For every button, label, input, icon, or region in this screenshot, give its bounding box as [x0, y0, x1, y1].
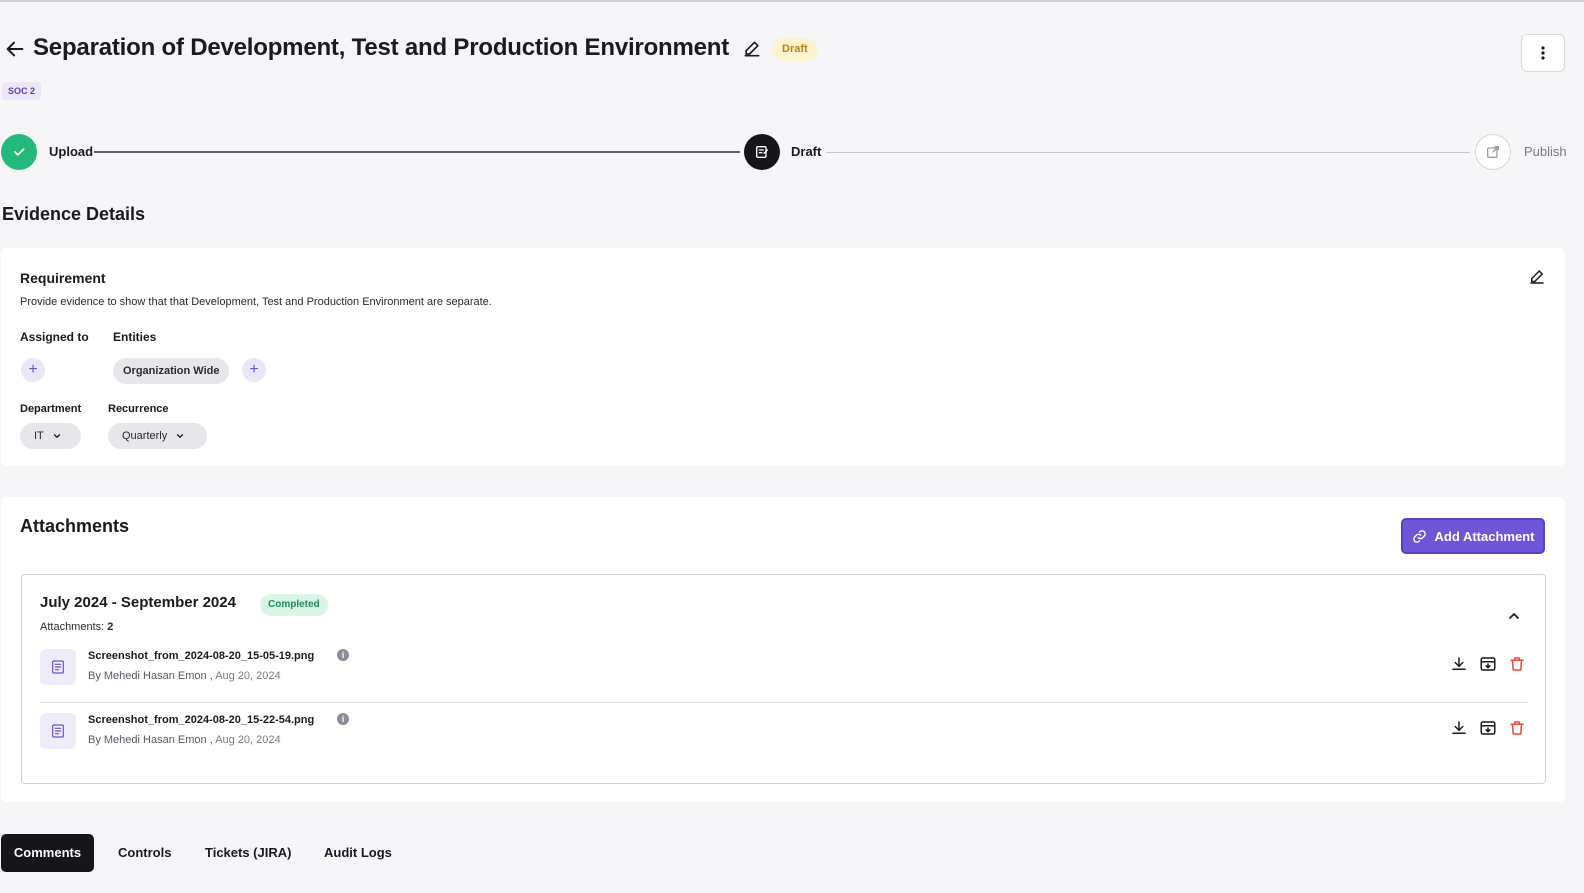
add-entity-button[interactable]: +	[242, 358, 266, 382]
check-icon	[14, 148, 25, 156]
framework-tag: SOC 2	[2, 82, 42, 100]
recurrence-select[interactable]: Quarterly	[108, 423, 207, 449]
step-draft-indicator	[744, 134, 780, 170]
collapse-chevron-up-icon[interactable]	[1506, 608, 1522, 624]
download-icon[interactable]	[1450, 719, 1468, 737]
attachment-row: Screenshot_from_2024-08-20_15-05-19.png …	[40, 645, 1528, 703]
attachments-count-value: 2	[107, 621, 114, 633]
period-title: July 2024 - September 2024	[40, 594, 236, 611]
page-title: Separation of Development, Test and Prod…	[33, 34, 730, 61]
download-icon[interactable]	[1450, 655, 1468, 673]
add-attachment-button[interactable]: Add Attachment	[1401, 518, 1545, 554]
step-connector-completed	[94, 151, 740, 153]
tab-controls[interactable]: Controls	[118, 834, 171, 872]
recurrence-label: Recurrence	[108, 403, 169, 415]
more-vertical-icon	[1541, 46, 1545, 60]
edit-title-icon[interactable]	[742, 39, 762, 59]
edit-requirement-icon[interactable]	[1528, 268, 1546, 286]
info-icon[interactable]: i	[337, 713, 349, 725]
requirement-description: Provide evidence to show that that Devel…	[20, 296, 492, 308]
attachments-heading: Attachments	[20, 516, 130, 536]
attachment-date: Aug 20, 2024	[215, 734, 281, 746]
add-attachment-label: Add Attachment	[1434, 528, 1535, 544]
department-value: IT	[34, 430, 44, 442]
publish-icon	[1487, 146, 1499, 158]
entity-chip-organization-wide[interactable]: Organization Wide	[113, 358, 230, 384]
archive-icon[interactable]	[1479, 655, 1497, 673]
tab-tickets-jira[interactable]: Tickets (JIRA)	[205, 834, 291, 872]
back-arrow-icon[interactable]	[4, 38, 26, 60]
draft-document-icon	[756, 146, 768, 158]
requirement-title: Requirement	[20, 270, 106, 286]
chevron-down-icon	[53, 434, 60, 438]
attachment-filename[interactable]: Screenshot_from_2024-08-20_15-05-19.png	[88, 650, 314, 662]
step-publish-indicator	[1475, 134, 1511, 170]
period-status-badge: Completed	[260, 594, 328, 616]
attachment-meta: By Mehedi Hasan Emon , Aug 20, 2024	[88, 670, 281, 682]
evidence-details-heading: Evidence Details	[2, 204, 146, 224]
department-select[interactable]: IT	[20, 423, 81, 449]
assigned-to-label: Assigned to	[20, 330, 89, 344]
attachment-filename[interactable]: Screenshot_from_2024-08-20_15-22-54.png	[88, 714, 314, 726]
attachment-date: Aug 20, 2024	[215, 670, 281, 682]
trash-icon[interactable]	[1508, 655, 1526, 673]
attachment-row: Screenshot_from_2024-08-20_15-22-54.png …	[40, 709, 1528, 767]
step-draft-label: Draft	[791, 144, 822, 159]
trash-icon[interactable]	[1508, 719, 1526, 737]
attachment-author: By Mehedi Hasan Emon ,	[88, 670, 213, 682]
tab-comments[interactable]: Comments	[1, 834, 94, 872]
file-document-icon	[40, 649, 76, 685]
step-upload-indicator	[1, 134, 37, 170]
plus-icon: +	[28, 361, 38, 378]
step-connector-pending	[826, 152, 1470, 153]
requirement-card	[1, 248, 1565, 466]
archive-icon[interactable]	[1479, 719, 1497, 737]
tab-audit-logs[interactable]: Audit Logs	[324, 834, 392, 872]
recurrence-value: Quarterly	[122, 430, 168, 442]
department-label: Department	[20, 403, 82, 415]
more-options-button[interactable]	[1521, 34, 1565, 72]
step-upload-label: Upload	[49, 144, 94, 159]
link-icon	[1412, 529, 1426, 543]
attachments-count: Attachments: 2	[40, 621, 113, 633]
step-publish-label: Publish	[1524, 144, 1567, 159]
attachment-meta: By Mehedi Hasan Emon , Aug 20, 2024	[88, 734, 281, 746]
attachment-author: By Mehedi Hasan Emon ,	[88, 734, 213, 746]
add-assignee-button[interactable]: +	[21, 358, 45, 382]
chevron-down-icon	[177, 434, 184, 438]
entities-label: Entities	[113, 330, 157, 344]
status-badge: Draft	[772, 38, 818, 61]
attachments-count-label: Attachments:	[40, 621, 105, 633]
info-icon[interactable]: i	[337, 649, 349, 661]
top-divider	[0, 0, 1584, 2]
plus-icon: +	[249, 361, 259, 378]
file-document-icon	[40, 713, 76, 749]
